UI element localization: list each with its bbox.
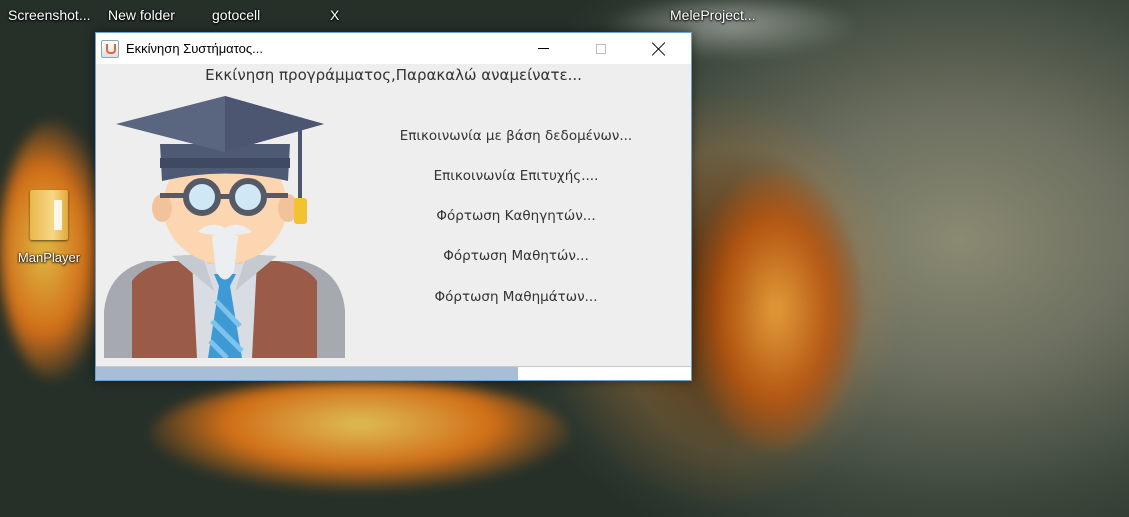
window-content: Εκκίνηση προγράμματος,Παρακαλώ αναμείνατ… [96,64,691,364]
java-icon [101,39,119,58]
desktop-icon-manplayer[interactable]: ManPlayer [12,190,86,265]
window-title: Εκκίνηση Συστήματος... [126,41,263,56]
progress-fill [96,367,519,380]
desktop-item-label[interactable]: New folder [108,7,175,23]
splash-window[interactable]: Εκκίνηση Συστήματος... Εκκίνηση προγράμμ… [95,32,692,381]
maximize-button[interactable] [578,33,624,64]
close-icon [652,42,666,56]
desktop-item-label[interactable]: Screenshot... [8,7,91,23]
title-bar[interactable]: Εκκίνηση Συστήματος... [96,33,691,64]
fire-decoration [150,380,570,490]
status-line: Φόρτωση Μαθητών... [443,248,589,264]
desktop-item-label[interactable]: gotocell [212,7,260,23]
maximize-icon [596,43,606,54]
status-line: Επικοινωνία Επιτυχής.... [433,168,599,184]
minimize-icon [537,48,549,49]
desktop-item-label[interactable]: MeleProject... [670,7,756,23]
desktop-icon-label: ManPlayer [17,250,81,265]
professor-avatar [104,96,345,358]
status-line: Φόρτωση Καθηγητών... [436,208,596,224]
status-line: Επικοινωνία με βάση δεδομένων... [399,128,633,144]
status-line: Φόρτωση Μαθημάτων... [434,289,598,305]
folder-icon [30,190,68,240]
minimize-button[interactable] [520,33,566,64]
desktop-item-label[interactable]: X [330,7,339,23]
loading-header: Εκκίνηση προγράμματος,Παρακαλώ αναμείνατ… [205,66,582,84]
loading-progress-bar [96,366,691,380]
close-button[interactable] [636,33,682,64]
